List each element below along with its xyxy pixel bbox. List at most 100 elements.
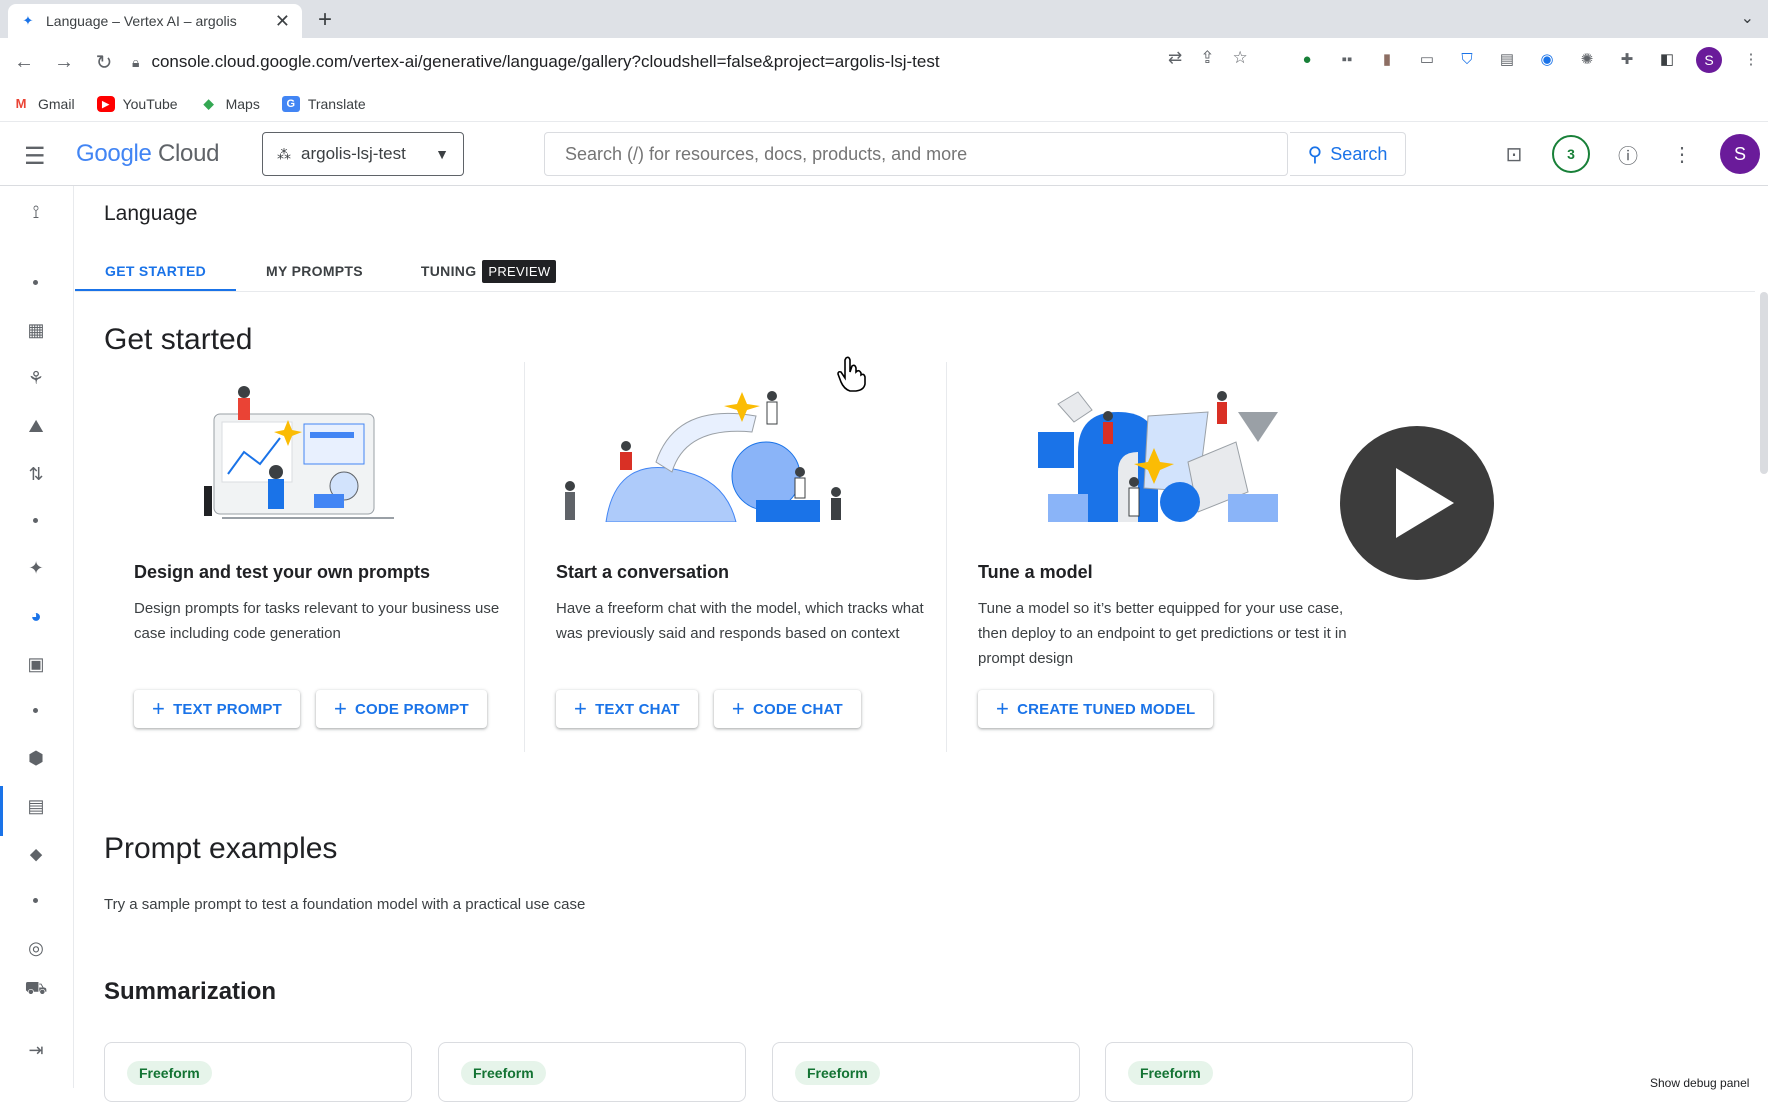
tab-tuning[interactable]: TUNING PREVIEW xyxy=(393,250,587,292)
bookmark-label: Maps xyxy=(225,95,260,112)
code-prompt-button[interactable]: + CODE PROMPT xyxy=(315,690,487,728)
tab-label: TUNING xyxy=(420,263,477,279)
page-tabs: GET STARTED MY PROMPTS TUNING PREVIEW xyxy=(75,250,586,292)
video-play-button[interactable] xyxy=(1340,426,1494,580)
labeling-tasks-icon[interactable]: ⬥ xyxy=(20,840,52,868)
expand-sidebar-icon[interactable]: ⇥ xyxy=(20,1036,52,1064)
side-panel-icon[interactable]: ◧ xyxy=(1656,49,1678,71)
tab-my-prompts[interactable]: MY PROMPTS xyxy=(236,250,393,292)
plus-icon: + xyxy=(996,696,1010,721)
translate-page-icon[interactable]: ⇄ xyxy=(1168,48,1182,68)
card-design-prompts: Design and test your own prompts Design … xyxy=(104,362,499,752)
dashboard-icon[interactable]: ▦ xyxy=(20,316,52,344)
account-avatar[interactable]: S xyxy=(1720,134,1760,174)
gmail-icon: M xyxy=(15,95,27,111)
close-tab-icon[interactable]: ✕ xyxy=(275,11,290,32)
cloud-shell-icon[interactable]: ⊡ xyxy=(1498,134,1530,174)
help-icon[interactable]: ⓘ xyxy=(1612,134,1644,174)
nav-separator-dot xyxy=(33,280,38,285)
more-options-icon[interactable]: ⋮ xyxy=(1666,134,1698,174)
example-card[interactable]: Freeform xyxy=(772,1042,1080,1102)
nav-separator-dot xyxy=(33,518,38,523)
card-title: Design and test your own prompts xyxy=(134,562,431,582)
share-icon[interactable]: ⇪ xyxy=(1200,48,1214,68)
forward-icon[interactable]: → xyxy=(44,51,84,74)
nav-separator-dot xyxy=(33,898,38,903)
search-box xyxy=(544,132,1290,176)
code-chat-button[interactable]: + CODE CHAT xyxy=(713,690,861,728)
google-cloud-logo[interactable]: Google Cloud xyxy=(76,140,219,168)
dropdown-arrow-icon: ▼ xyxy=(435,146,449,162)
prompt-examples-heading: Prompt examples xyxy=(104,832,338,865)
bookmark-maps[interactable]: ◆ Maps xyxy=(200,96,260,112)
button-label: CODE PROMPT xyxy=(355,700,469,718)
datasets-icon[interactable]: ▤ xyxy=(20,792,52,820)
feature-store-icon[interactable]: ⬢ xyxy=(20,744,52,772)
back-icon[interactable]: ← xyxy=(4,51,44,74)
bookmark-star-icon[interactable]: ☆ xyxy=(1233,48,1248,68)
bookmark-translate[interactable]: G Translate xyxy=(281,95,366,112)
bookmark-youtube[interactable]: ▶ YouTube xyxy=(96,95,178,112)
hand-cursor-icon xyxy=(837,356,866,392)
new-tab-icon[interactable]: + xyxy=(318,6,332,34)
model-garden-icon[interactable]: ⚘ xyxy=(20,364,52,392)
pipelines-icon[interactable]: ⇅ xyxy=(20,460,52,488)
search-button[interactable]: ⚲ Search xyxy=(1290,132,1406,176)
console-header: ☰ Google Cloud ⁂ argolis-lsj-test ▼ ⚲ Se… xyxy=(0,122,1768,186)
browser-menu-icon[interactable]: ⋮ xyxy=(1740,49,1762,71)
tab-get-started[interactable]: GET STARTED xyxy=(75,250,237,292)
tune-model-illustration xyxy=(1038,391,1278,522)
button-label: CODE CHAT xyxy=(752,700,843,718)
create-tuned-model-button[interactable]: + CREATE TUNED MODEL xyxy=(978,690,1214,728)
example-card[interactable]: Freeform xyxy=(104,1042,412,1102)
browser-toolbar: ← → ↻ 🔒︎ console.cloud.google.com/vertex… xyxy=(0,38,1768,86)
card-title: Tune a model xyxy=(978,562,1093,582)
extension-green-icon[interactable]: ● xyxy=(1296,49,1318,71)
main-menu-icon[interactable]: ☰ xyxy=(24,142,46,171)
reload-icon[interactable]: ↻ xyxy=(84,50,124,75)
extension-circle-icon[interactable]: ◉ xyxy=(1536,49,1558,71)
text-prompt-button[interactable]: + TEXT PROMPT xyxy=(134,690,300,728)
active-nav-indicator xyxy=(0,786,3,836)
bookmark-gmail[interactable]: M Gmail xyxy=(12,96,75,112)
plus-icon: + xyxy=(574,696,588,721)
plus-icon: + xyxy=(731,696,745,721)
notifications-badge[interactable]: 3 xyxy=(1552,135,1590,173)
search-input[interactable] xyxy=(545,133,1290,175)
button-label: TEXT PROMPT xyxy=(173,700,282,718)
button-label: TEXT CHAT xyxy=(595,700,680,718)
extension-doc-icon[interactable]: ▤ xyxy=(1496,49,1518,71)
extension-window-icon[interactable]: ▭ xyxy=(1416,49,1438,71)
column-divider xyxy=(524,362,525,752)
tab-search-chevron-icon[interactable]: ⌄ xyxy=(1741,8,1754,28)
project-icon: ⁂ xyxy=(277,145,291,162)
experiments-icon[interactable]: ◎ xyxy=(20,934,52,962)
logo-google: Google xyxy=(76,140,152,167)
vision-icon[interactable]: ▣ xyxy=(20,650,52,678)
card-description: Tune a model so it’s better equipped for… xyxy=(978,600,1347,667)
card-tune-model: Tune a model Tune a model so it’s better… xyxy=(948,362,1347,752)
extension-dots-icon[interactable]: ▪▪ xyxy=(1336,49,1358,71)
workbench-icon[interactable]: ⛰ xyxy=(20,412,52,440)
extensions-puzzle-icon[interactable]: ✚ xyxy=(1616,49,1638,71)
youtube-icon: ▶ xyxy=(96,95,115,112)
address-bar[interactable]: 🔒︎ console.cloud.google.com/vertex-ai/ge… xyxy=(132,46,1152,78)
marketplace-icon[interactable]: ⛟ xyxy=(20,976,52,1004)
vertex-ai-favicon-icon: ✦ xyxy=(22,13,34,28)
extension-shield-icon[interactable]: ⛉ xyxy=(1456,49,1478,71)
language-icon[interactable]: ◕ xyxy=(20,602,52,630)
prompt-examples-subtitle: Try a sample prompt to test a foundation… xyxy=(104,896,586,913)
page-title: Language xyxy=(104,202,198,225)
scrollbar-thumb[interactable] xyxy=(1760,292,1768,474)
vertex-ai-icon[interactable]: ⟟ xyxy=(20,198,52,226)
browser-profile-avatar[interactable]: S xyxy=(1696,47,1722,73)
example-card[interactable]: Freeform xyxy=(1105,1042,1413,1102)
extension-gear-icon[interactable]: ✺ xyxy=(1576,49,1598,71)
generative-ai-sparkle-icon[interactable]: ✦ xyxy=(20,554,52,582)
example-card[interactable]: Freeform xyxy=(438,1042,746,1102)
project-selector[interactable]: ⁂ argolis-lsj-test ▼ xyxy=(262,132,464,176)
tabs-divider xyxy=(75,291,1755,292)
browser-tab[interactable]: ✦ Language – Vertex AI – argolis ✕ xyxy=(8,4,302,38)
extension-book-icon[interactable]: ▮ xyxy=(1376,49,1398,71)
text-chat-button[interactable]: + TEXT CHAT xyxy=(556,690,698,728)
